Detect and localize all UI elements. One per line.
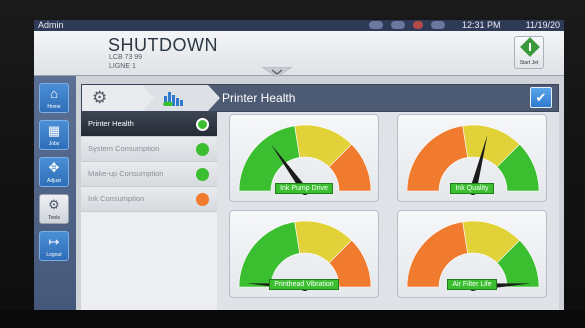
menu-item-label: System Consumption bbox=[88, 144, 160, 153]
alert-icon bbox=[413, 21, 423, 29]
printer-status-icon bbox=[431, 21, 445, 29]
printer-state: SHUTDOWN bbox=[108, 35, 218, 55]
clock-time: 12:31 PM bbox=[462, 20, 501, 30]
sidebar-item-label: Logout bbox=[46, 252, 62, 258]
status-icons bbox=[369, 21, 445, 29]
status-bar: Admin 12:31 PM 11/19/20 bbox=[34, 20, 564, 31]
menu-item-label: Printer Health bbox=[88, 119, 134, 128]
menu-item-label: Make-up Consumption bbox=[88, 169, 164, 178]
gauge-ink-quality: Ink Quality bbox=[397, 114, 547, 202]
line-name: LIGNE 1 bbox=[109, 63, 136, 70]
sidebar-item-label: Home bbox=[47, 104, 61, 110]
main-content: Printer Health System Consumption Make-u… bbox=[81, 112, 559, 310]
start-jet-label: Start Jet bbox=[519, 60, 539, 66]
sidebar-item-label: Jobs bbox=[48, 141, 60, 147]
gauge-air-filter-life: Air Filter Life bbox=[397, 210, 547, 298]
sidebar-item-tools[interactable]: ⚙ Tools bbox=[39, 194, 69, 224]
breadcrumb-separator bbox=[208, 85, 220, 111]
user-name: Admin bbox=[38, 20, 64, 30]
menu-item-make-up-consumption[interactable]: Make-up Consumption bbox=[81, 162, 217, 187]
page-title: Printer Health bbox=[222, 91, 296, 105]
status-indicator bbox=[196, 143, 209, 156]
network-icon bbox=[369, 21, 383, 29]
gauge-panel: Ink Pump Drive Ink Quality Printhead Vib… bbox=[217, 112, 559, 310]
start-icon bbox=[520, 37, 540, 57]
menu-item-ink-consumption[interactable]: Ink Consumption bbox=[81, 187, 217, 212]
gauge-printhead-vibration: Printhead Vibration bbox=[229, 210, 379, 298]
home-icon: ⌂ bbox=[50, 86, 58, 101]
sidebar-item-adjust[interactable]: ✥ Adjust bbox=[39, 157, 69, 187]
logout-icon: ↦ bbox=[48, 234, 60, 249]
gauge-label: Printhead Vibration bbox=[269, 279, 339, 290]
header: SHUTDOWN LCB 73 99 LIGNE 1 Start Jet bbox=[34, 31, 564, 77]
sidebar-item-logout[interactable]: ↦ Logout bbox=[39, 231, 69, 261]
sidebar-item-jobs[interactable]: ▦ Jobs bbox=[39, 120, 69, 150]
check-icon: ✔ bbox=[535, 90, 547, 105]
touch-screen: Admin 12:31 PM 11/19/20 SHUTDOWN LCB 73 … bbox=[34, 20, 564, 310]
gauge-label: Ink Pump Drive bbox=[275, 183, 333, 194]
sidebar-item-home[interactable]: ⌂ Home bbox=[39, 83, 69, 113]
status-indicator bbox=[196, 168, 209, 181]
start-jet-button[interactable]: Start Jet bbox=[514, 36, 544, 69]
menu-item-label: Ink Consumption bbox=[88, 194, 145, 203]
status-indicator bbox=[196, 193, 209, 206]
pull-down-icon[interactable] bbox=[262, 67, 292, 77]
gear-icon: ⚙ bbox=[48, 197, 60, 212]
gauge-label: Ink Quality bbox=[450, 183, 494, 194]
clock-date: 11/19/20 bbox=[525, 20, 560, 30]
breadcrumb-separator bbox=[142, 85, 154, 111]
gear-icon: ⚙ bbox=[92, 88, 108, 107]
status-indicator bbox=[196, 118, 209, 131]
sidebar-item-label: Tools bbox=[48, 215, 60, 221]
breadcrumb-tools[interactable]: ⚙ bbox=[82, 85, 142, 111]
sidebar-item-label: Adjust bbox=[47, 178, 61, 184]
printer-id: LCB 73 99 bbox=[109, 54, 143, 61]
health-menu: Printer Health System Consumption Make-u… bbox=[81, 112, 217, 212]
menu-item-printer-health[interactable]: Printer Health bbox=[81, 112, 217, 137]
confirm-button[interactable]: ✔ bbox=[530, 87, 552, 108]
gauge-label: Air Filter Life bbox=[447, 279, 497, 290]
sidebar: ⌂ Home ▦ Jobs ✥ Adjust ⚙ Tools ↦ Logout bbox=[34, 76, 76, 310]
jobs-icon: ▦ bbox=[47, 123, 61, 138]
menu-item-system-consumption[interactable]: System Consumption bbox=[81, 137, 217, 162]
breadcrumb: ⚙ Printer Health ✔ bbox=[81, 84, 559, 112]
gauge-ink-pump-drive: Ink Pump Drive bbox=[229, 114, 379, 202]
diagnostics-icon bbox=[163, 92, 183, 106]
device-footer bbox=[0, 310, 585, 328]
users-icon bbox=[391, 21, 405, 29]
adjust-icon: ✥ bbox=[48, 160, 60, 175]
